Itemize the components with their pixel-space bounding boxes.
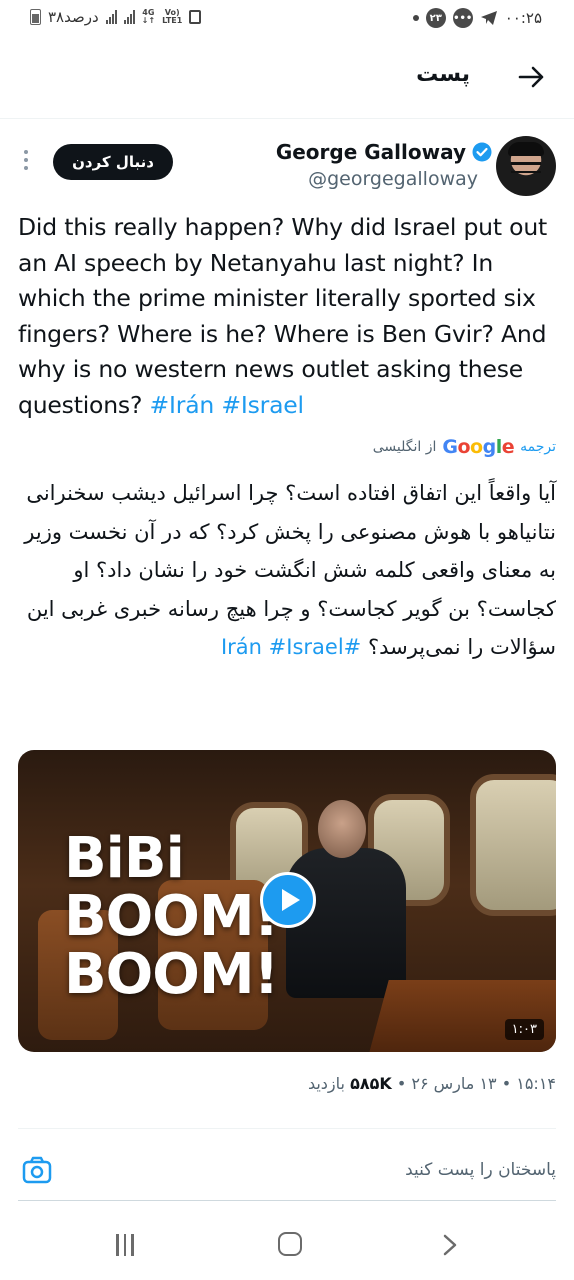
network-4g: 4G ↓↑ [141,8,156,25]
translated-hashtag-israel[interactable]: #Israel [269,635,344,659]
signal-icon-2 [123,10,135,24]
signal-icon [105,10,117,24]
view-label: بازدید [307,1074,351,1093]
follow-button[interactable]: دنبال کردن [53,144,173,180]
reply-box[interactable]: پاسختان را پست کنید [18,1146,556,1201]
plane-window [470,774,556,916]
status-right: ۲۳ ••• ۰۰:۲۵ [412,8,542,28]
translate-label[interactable]: ترجمه [520,439,556,455]
video-overlay-text: BiBi BOOM! BOOM! [64,826,279,1007]
arrow-icon[interactable] [516,62,546,92]
tweet-author-row: George Galloway @georgegalloway دنبال کر… [0,130,574,200]
author-name-row[interactable]: George Galloway [276,140,492,164]
avatar-glasses [511,162,541,173]
person-head [318,800,366,858]
video-duration: ۱:۰۳ [504,1019,544,1040]
video-thumbnail[interactable]: BiBi BOOM! BOOM! ۱:۰۳ [18,750,556,1052]
clock: ۰۰:۲۵ [504,9,542,27]
translation-row[interactable]: ترجمه Google از انگلیسی [373,436,556,458]
system-nav-bar [0,1220,574,1280]
telegram-icon [480,11,497,25]
translated-text: آیا واقعاً این اتفاق افتاده است؟ چرا اسر… [16,474,556,667]
avatar[interactable] [496,136,556,196]
notification-count-badge: ۲۳ [425,8,446,28]
tweet-body: Did this really happen? Why did Israel p… [18,213,548,419]
person-figure [286,848,406,998]
view-count: ۵۸۵K [350,1074,392,1093]
home-icon[interactable] [278,1232,302,1256]
translate-from-lang: از انگلیسی [372,439,437,455]
battery-icon [30,9,41,25]
network-volte: Vo) LTE1 [162,8,183,25]
dot-icon [412,15,419,21]
message-icon: ••• [452,8,473,28]
avatar-hat [508,142,544,156]
divider [18,1128,556,1129]
google-logo: Google [442,436,515,458]
hashtag-iran[interactable]: #Irán [150,391,215,419]
author-handle[interactable]: @georgegalloway [308,168,478,190]
kebab-icon[interactable] [24,150,30,170]
camera-icon[interactable] [22,1156,52,1184]
translated-body: آیا واقعاً این اتفاق افتاده است؟ چرا اسر… [24,481,556,659]
chevron-right-icon[interactable] [440,1234,460,1256]
verified-badge-icon [472,142,492,162]
plane-table [367,980,556,1052]
battery-text: ۳۸درصد [48,8,99,26]
hashtag-israel[interactable]: #Israel [221,391,304,419]
tweet-text: Did this really happen? Why did Israel p… [18,210,563,423]
status-left: ۳۸درصد 4G ↓↑ Vo) LTE1 [30,8,202,26]
tweet-meta: ۱۵:۱۴ • ۱۳ مارس ۲۶ • ۵۸۵K بازدید [308,1074,556,1093]
page-title: پست [416,62,470,87]
tweet-timestamp[interactable]: ۱۵:۱۴ • ۱۳ مارس ۲۶ • [392,1074,556,1093]
reply-input[interactable]: پاسختان را پست کنید [405,1160,556,1180]
author-name[interactable]: George Galloway [276,140,466,164]
recents-icon[interactable] [116,1234,134,1256]
status-bar: ۳۸درصد 4G ↓↑ Vo) LTE1 ۲۳ ••• ۰۰:۲۵ [0,0,574,40]
app-header: پست [0,40,574,119]
lock-icon [189,10,202,24]
play-icon[interactable] [260,872,316,928]
